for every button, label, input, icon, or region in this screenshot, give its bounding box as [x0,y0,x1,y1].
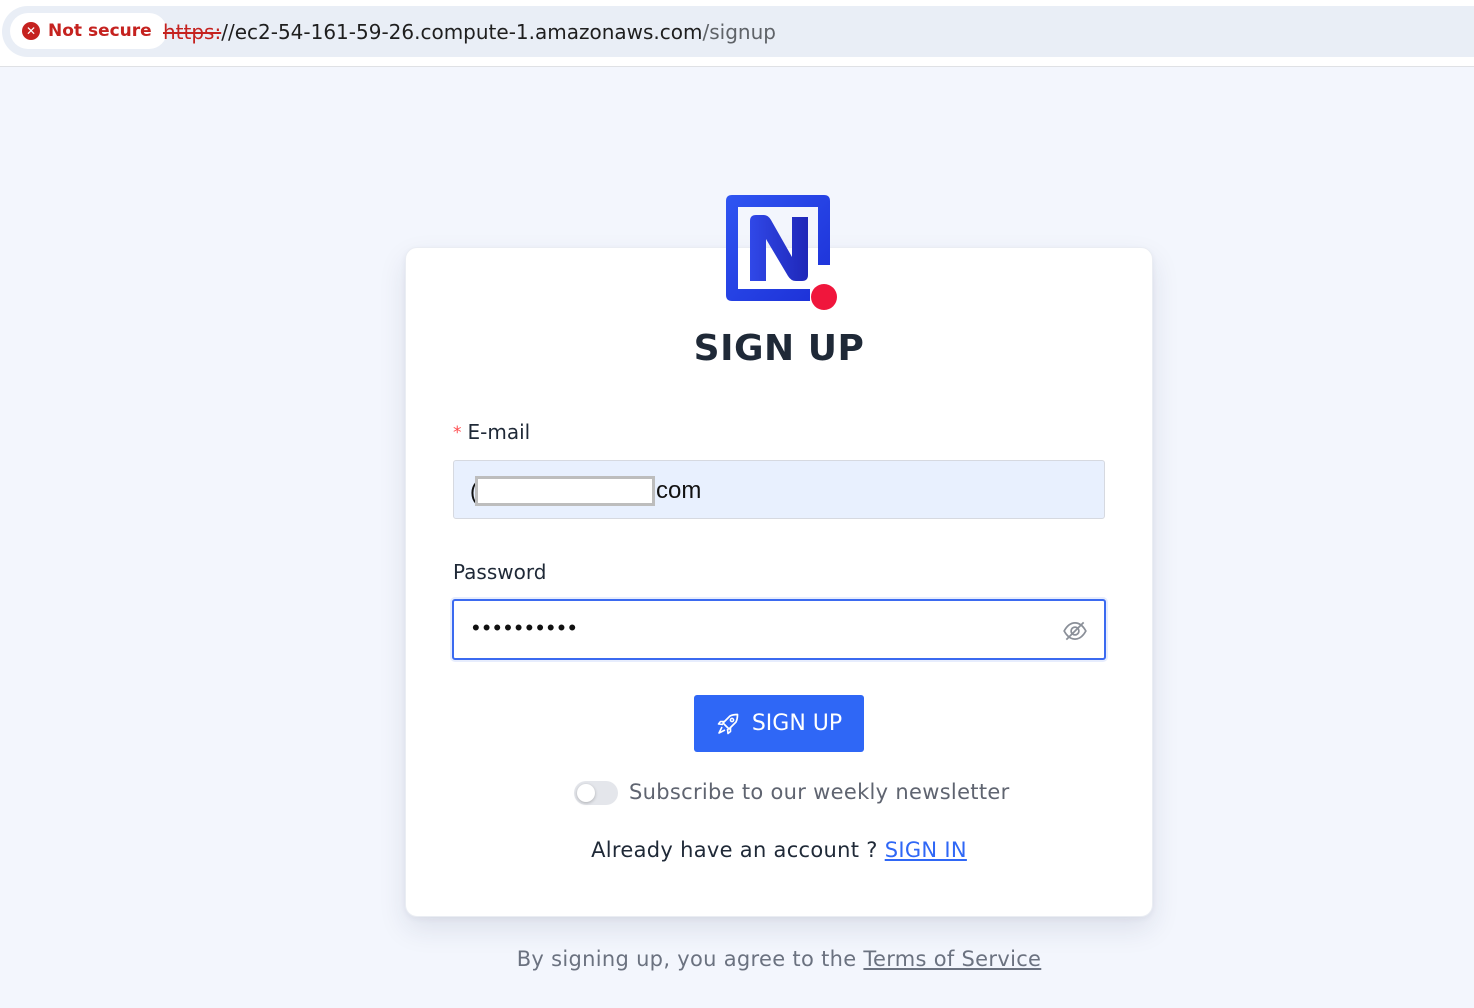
signup-button[interactable]: SIGN UP [694,695,864,752]
redacted-block [475,476,655,506]
signin-prompt: Already have an account ? SIGN IN [405,838,1153,862]
password-field[interactable]: •••••••••• [452,599,1106,660]
terms-notice: By signing up, you agree to the Terms of… [405,947,1153,971]
signin-link[interactable]: SIGN IN [885,838,967,862]
password-label: Password [453,560,547,584]
required-marker: * [453,423,462,443]
signin-prompt-text: Already have an account ? [591,838,885,862]
url-scheme: https: [163,20,222,44]
page-title: SIGN UP [693,328,865,369]
toggle-knob [577,784,595,802]
terms-text: By signing up, you agree to the [516,947,864,971]
password-masked-value: •••••••••• [472,615,580,640]
newsletter-label: Subscribe to our weekly newsletter [629,780,1010,804]
terms-of-service-link[interactable]: Terms of Service [863,947,1041,971]
rocket-icon [717,713,739,734]
email-label-text: E-mail [467,420,531,444]
browser-toolbar: ✕ Not secure https://ec2-54-161-59-26.co… [0,0,1474,67]
url-host: //ec2-54-161-59-26.compute-1.amazonaws.c… [221,20,703,44]
app-logo [726,195,837,310]
security-indicator[interactable]: ✕ Not secure [10,13,167,49]
not-secure-icon: ✕ [22,22,40,40]
url-path: /signup [702,20,776,44]
signup-button-label: SIGN UP [751,711,843,736]
url-text[interactable]: https://ec2-54-161-59-26.compute-1.amazo… [163,20,776,44]
email-value-suffix: com [656,477,702,504]
security-label: Not secure [48,21,152,41]
address-bar[interactable]: ✕ Not secure https://ec2-54-161-59-26.co… [2,6,1474,57]
email-field[interactable]: ( com [453,460,1105,519]
newsletter-toggle[interactable] [574,781,618,805]
eye-slash-icon[interactable] [1062,618,1088,644]
email-label: * E-mail [453,420,530,444]
